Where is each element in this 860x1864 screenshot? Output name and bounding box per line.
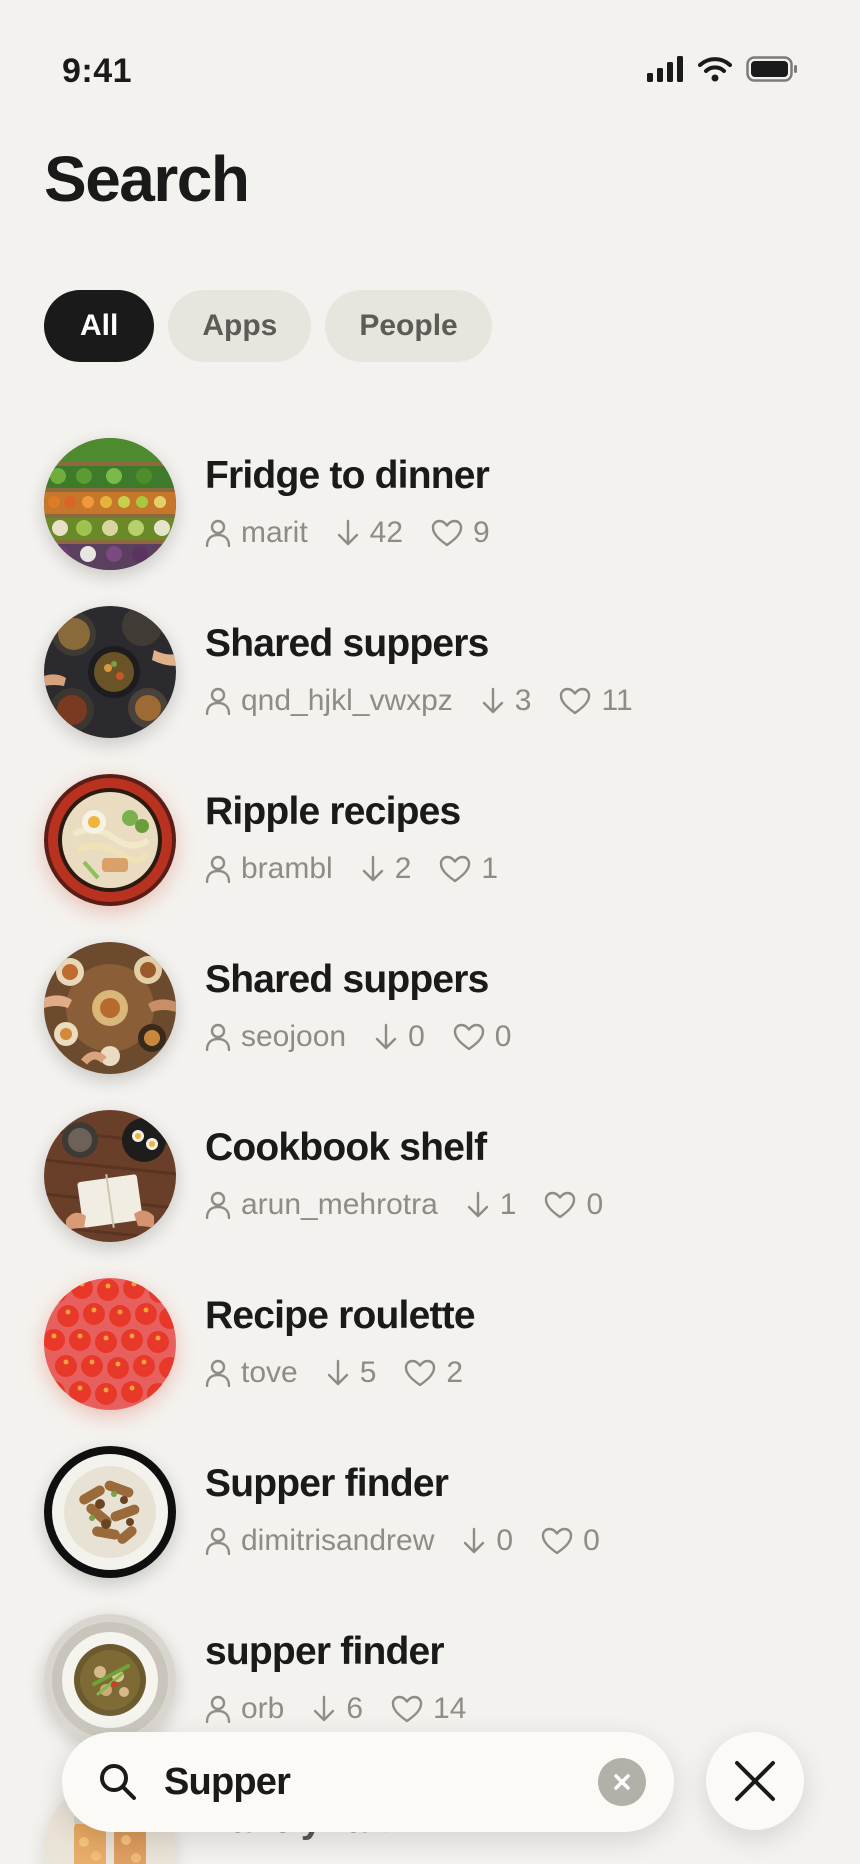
- result-author: seojoon: [241, 1020, 347, 1053]
- heart-icon: [453, 1023, 484, 1051]
- result-meta: qnd_hjkl_vwxpz 3 11: [205, 684, 661, 718]
- result-title: supper finder: [205, 1630, 445, 1673]
- result-meta: marit 42 9: [205, 516, 518, 550]
- person-icon: [205, 1527, 231, 1555]
- result-meta: tove 5 2: [205, 1356, 491, 1390]
- result-likes: 0: [583, 1524, 600, 1557]
- result-thumbnail: [44, 1110, 176, 1242]
- result-downloads: 1: [499, 1188, 517, 1221]
- result-downloads: 6: [346, 1692, 364, 1725]
- status-bar: 9:41: [0, 0, 860, 120]
- person-icon: [205, 1359, 231, 1387]
- result-downloads: 3: [514, 684, 532, 717]
- result-likes: 0: [494, 1020, 512, 1053]
- person-icon: [205, 1695, 231, 1723]
- clear-search-button[interactable]: [598, 1758, 646, 1806]
- search-screen: 9:41 Search All Apps People Fridge to di…: [0, 0, 860, 1864]
- download-arrow-icon: [362, 855, 383, 882]
- filter-chips: All Apps People: [44, 290, 492, 362]
- result-meta: arun_mehrotra 1 0: [205, 1188, 631, 1222]
- person-icon: [205, 1023, 231, 1051]
- result-title: Shared suppers: [205, 622, 489, 665]
- result-title: Shared suppers: [205, 958, 489, 1001]
- result-author: marit: [241, 516, 308, 549]
- result-row[interactable]: Supper finder dimitrisandrew 0 0: [0, 1446, 860, 1614]
- filter-chip-people[interactable]: People: [325, 290, 492, 362]
- result-downloads: 42: [369, 516, 404, 549]
- download-arrow-icon: [375, 1023, 397, 1050]
- person-icon: [205, 855, 231, 883]
- heart-icon: [541, 1527, 573, 1555]
- result-meta: brambl 2 1: [205, 852, 526, 886]
- result-author: dimitrisandrew: [241, 1524, 435, 1557]
- result-likes: 11: [601, 684, 633, 717]
- result-row[interactable]: Ripple recipes brambl 2 1: [0, 774, 860, 942]
- result-title: Cookbook shelf: [205, 1126, 487, 1169]
- result-author: orb: [241, 1692, 285, 1725]
- result-downloads: 0: [496, 1524, 514, 1557]
- result-thumbnail: [44, 606, 176, 738]
- result-meta: orb 6 14: [205, 1692, 494, 1726]
- result-thumbnail: [44, 1614, 176, 1746]
- download-arrow-icon: [464, 1527, 485, 1554]
- result-row[interactable]: Cookbook shelf arun_mehrotra 1 0: [0, 1110, 860, 1278]
- page-title: Search: [44, 143, 250, 215]
- result-row[interactable]: Recipe roulette tove 5 2: [0, 1278, 860, 1446]
- result-row[interactable]: Shared suppers qnd_hjkl_vwxpz 3 11: [0, 606, 860, 774]
- status-icons: [646, 56, 798, 82]
- battery-icon: [746, 56, 797, 82]
- result-author: brambl: [241, 852, 333, 885]
- result-thumbnail: [44, 1446, 176, 1578]
- heart-icon: [431, 519, 463, 547]
- status-time: 9:41: [62, 52, 133, 90]
- result-title: Fridge to dinner: [205, 454, 490, 497]
- result-row[interactable]: Shared suppers seojoon 0 0: [0, 942, 860, 1110]
- filter-chip-all[interactable]: All: [44, 290, 155, 362]
- person-icon: [205, 1191, 231, 1219]
- heart-icon: [440, 855, 471, 883]
- result-likes: 14: [433, 1692, 467, 1725]
- search-input[interactable]: [164, 1754, 544, 1810]
- cellular-signal-icon: [647, 56, 683, 82]
- result-downloads: 5: [359, 1356, 377, 1389]
- clear-icon: [614, 1774, 630, 1790]
- download-arrow-icon: [327, 1359, 348, 1386]
- result-author: tove: [241, 1356, 298, 1389]
- result-likes: 2: [446, 1356, 464, 1389]
- result-title: Ripple recipes: [205, 790, 461, 833]
- close-search-button[interactable]: [706, 1732, 804, 1830]
- result-likes: 0: [586, 1188, 604, 1221]
- result-downloads: 0: [408, 1020, 425, 1053]
- result-likes: 9: [473, 516, 490, 549]
- result-likes: 1: [481, 852, 499, 885]
- result-thumbnail: [44, 942, 176, 1074]
- result-title: Supper finder: [205, 1462, 449, 1505]
- result-author: arun_mehrotra: [241, 1188, 438, 1221]
- download-arrow-icon: [337, 519, 358, 546]
- result-thumbnail: [44, 1278, 176, 1410]
- result-meta: seojoon 0 0: [205, 1020, 539, 1054]
- heart-icon: [391, 1695, 423, 1723]
- download-arrow-icon: [314, 1695, 335, 1722]
- download-arrow-icon: [467, 1191, 488, 1218]
- search-icon: [100, 1764, 136, 1800]
- result-downloads: 2: [394, 852, 412, 885]
- close-icon: [735, 1761, 775, 1801]
- result-author: qnd_hjkl_vwxpz: [241, 684, 453, 717]
- download-arrow-icon: [482, 687, 503, 714]
- wifi-icon: [698, 57, 732, 82]
- search-bar[interactable]: [62, 1732, 674, 1832]
- result-title: Recipe roulette: [205, 1294, 476, 1337]
- filter-chip-apps[interactable]: Apps: [168, 290, 312, 362]
- result-row[interactable]: Fridge to dinner marit 42 9: [0, 438, 860, 606]
- result-thumbnail: [44, 438, 176, 570]
- person-icon: [205, 687, 231, 715]
- result-meta: dimitrisandrew 0 0: [205, 1524, 628, 1558]
- heart-icon: [405, 1359, 436, 1387]
- person-icon: [205, 519, 231, 547]
- heart-icon: [545, 1191, 576, 1219]
- result-thumbnail: [44, 774, 176, 906]
- heart-icon: [560, 687, 591, 715]
